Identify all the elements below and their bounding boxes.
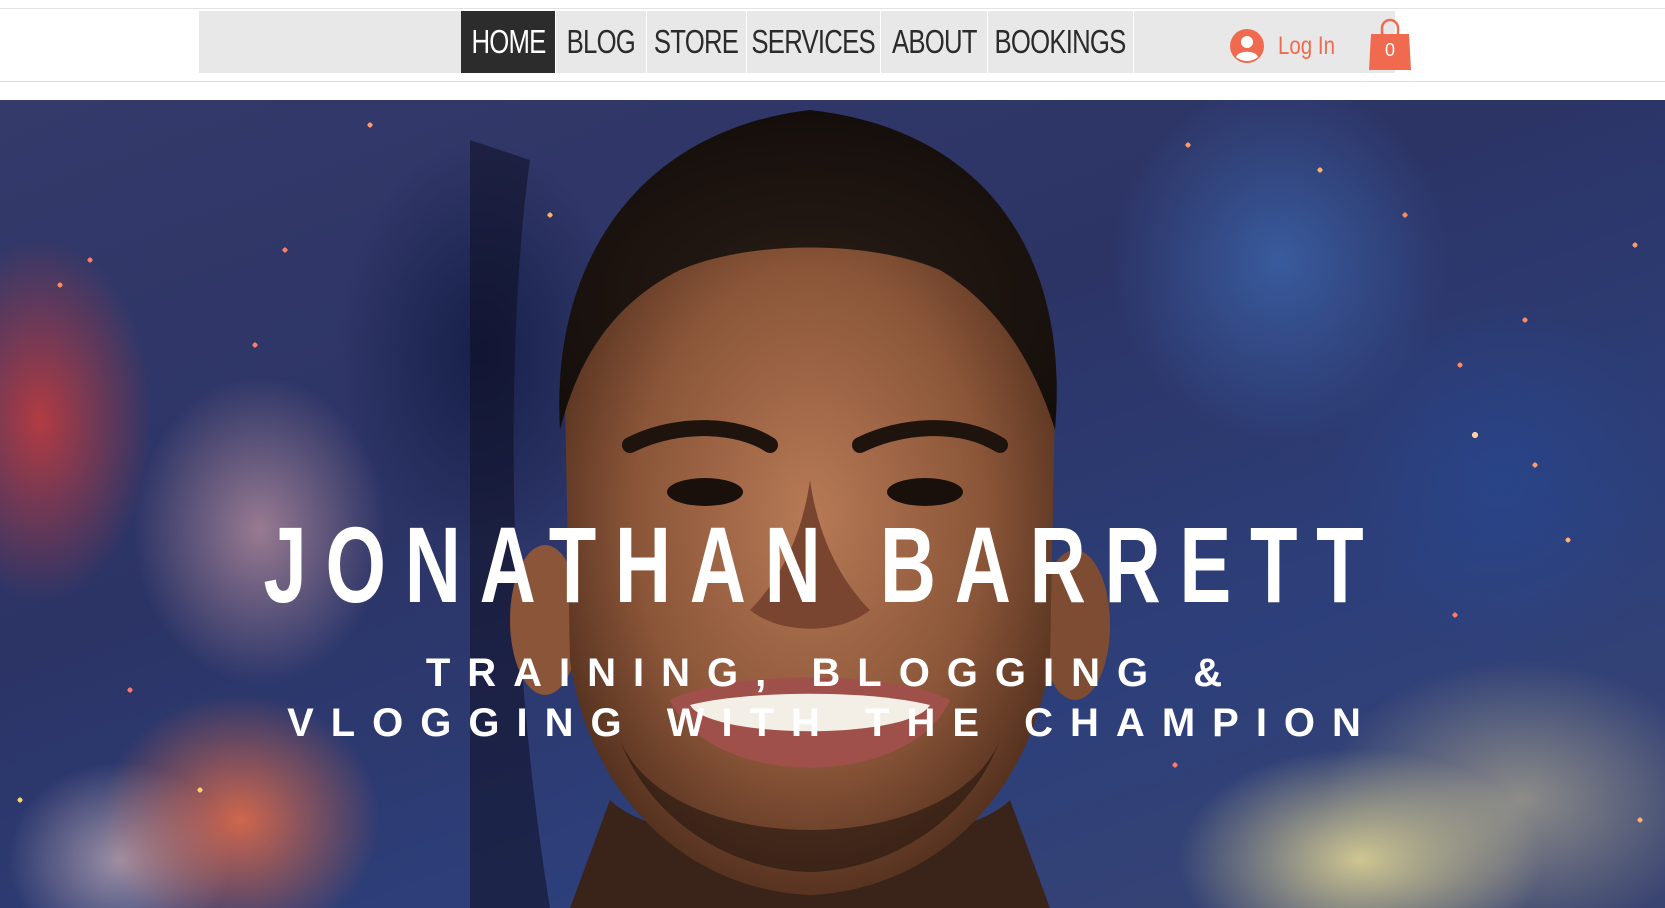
header-divider-top <box>0 8 1665 9</box>
nav-item-store[interactable]: STORE <box>647 11 747 73</box>
page: HOME BLOG STORE SERVICES ABOUT BOOKINGS … <box>0 0 1665 908</box>
hero-title: JONATHAN BARRETT <box>263 504 1382 626</box>
hero-section: JONATHAN BARRETT TRAINING, BLOGGING & VL… <box>0 100 1665 908</box>
nav-item-home[interactable]: HOME <box>461 11 556 73</box>
login-button[interactable]: Log In <box>1230 27 1348 65</box>
header-divider-bottom <box>0 81 1665 82</box>
main-nav: HOME BLOG STORE SERVICES ABOUT BOOKINGS <box>461 11 1134 73</box>
cart-button[interactable]: 0 <box>1368 16 1412 72</box>
nav-item-blog[interactable]: BLOG <box>556 11 647 73</box>
cart-count: 0 <box>1384 40 1395 60</box>
user-avatar-icon <box>1230 29 1264 63</box>
nav-item-bookings[interactable]: BOOKINGS <box>988 11 1134 73</box>
site-header: HOME BLOG STORE SERVICES ABOUT BOOKINGS … <box>0 0 1665 100</box>
login-label: Log In <box>1278 31 1336 60</box>
hero-subtitle: TRAINING, BLOGGING & VLOGGING WITH THE C… <box>287 651 1378 745</box>
nav-item-services[interactable]: SERVICES <box>747 11 881 73</box>
nav-item-about[interactable]: ABOUT <box>881 11 988 73</box>
